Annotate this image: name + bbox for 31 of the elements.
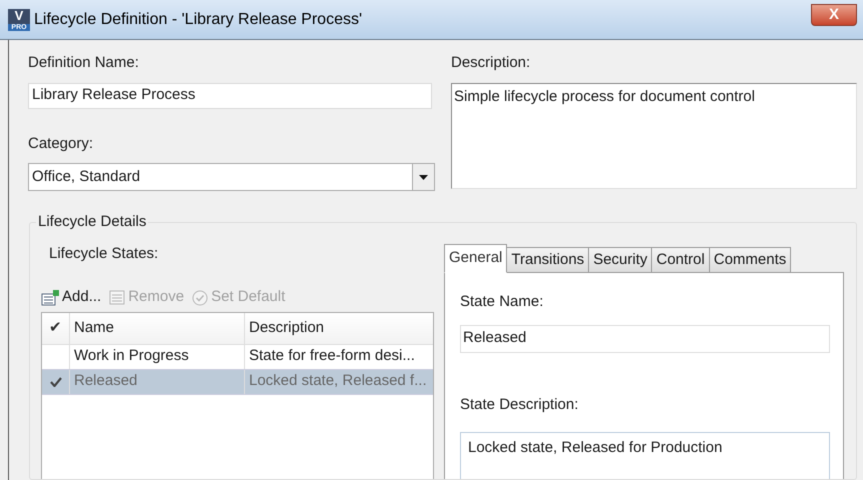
- list-icon: [109, 290, 126, 305]
- dropdown-field[interactable]: Office, Standard: [28, 163, 435, 191]
- column-header[interactable]: Description: [245, 312, 433, 344]
- description-field[interactable]: Locked state, Released for Production: [460, 432, 830, 479]
- table-cell-text: Locked state, Released f...: [248, 371, 428, 392]
- table-cell: Work in Progress: [70, 344, 245, 368]
- tab[interactable]: Transitions: [506, 247, 590, 273]
- input-field[interactable]: Released: [460, 324, 830, 352]
- table-cell-text: State for free-form desi...: [248, 346, 416, 366]
- field-label: State Name:: [460, 292, 544, 312]
- column-header[interactable]: ✔: [42, 312, 70, 344]
- section-label: Lifecycle States:: [48, 244, 160, 264]
- field-label: Definition Name:: [28, 53, 140, 73]
- tab[interactable]: Security: [588, 247, 652, 273]
- table-cell: Released: [70, 370, 245, 394]
- caret-icon: [419, 174, 428, 180]
- column-header[interactable]: Name: [70, 312, 245, 344]
- window-title: Lifecycle Definition - 'Library Release Process': [34, 10, 362, 30]
- add-list-icon: [41, 290, 59, 306]
- toolbar-button[interactable]: Add...: [41, 286, 102, 309]
- description-field[interactable]: Simple lifecycle process for document control: [451, 82, 857, 188]
- tab[interactable]: Control: [651, 247, 710, 273]
- tab[interactable]: General: [444, 244, 508, 273]
- input-field[interactable]: Library Release Process: [28, 82, 432, 108]
- tab[interactable]: Comments: [708, 247, 792, 273]
- field-label: Category:: [28, 134, 94, 154]
- field-label: State Description:: [460, 394, 580, 414]
- table-row[interactable]: Work in Progress State for free-form desi...: [42, 344, 433, 370]
- group-title: Lifecycle Details: [36, 212, 148, 232]
- check-circle-icon: [192, 290, 208, 306]
- field-label: Description:: [451, 53, 532, 73]
